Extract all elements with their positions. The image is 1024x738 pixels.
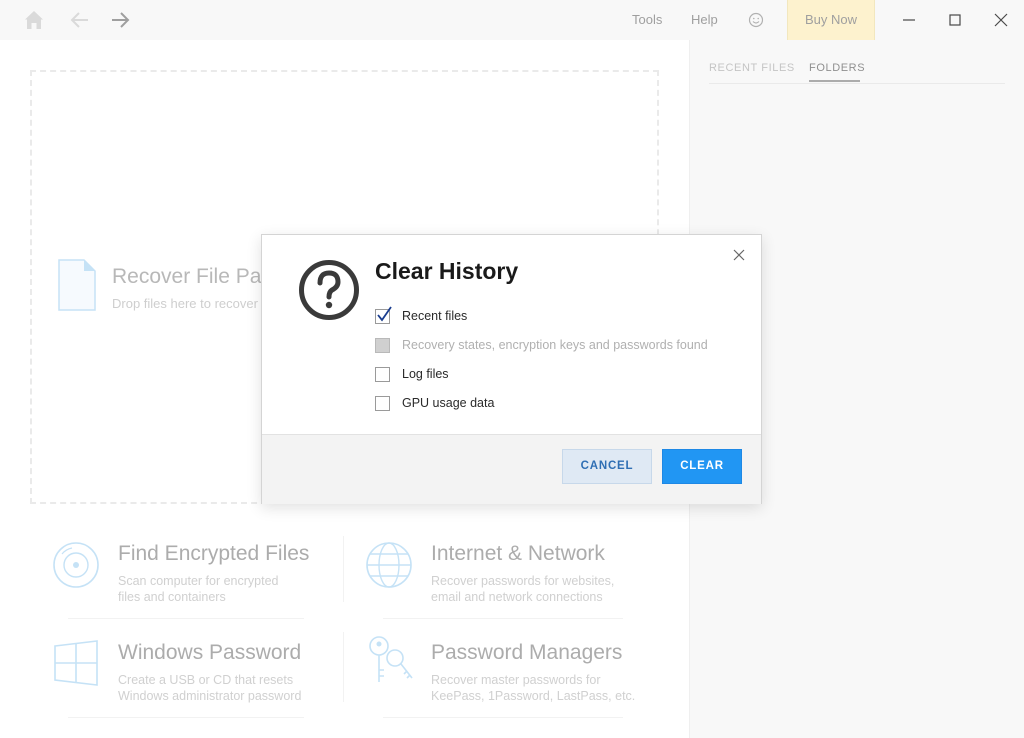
option-label: Recent files [402, 309, 468, 323]
clear-button[interactable]: CLEAR [662, 449, 742, 484]
gpu-usage-checkbox[interactable] [375, 395, 390, 411]
recovery-states-checkbox [375, 337, 390, 353]
log-files-checkbox[interactable] [375, 366, 390, 382]
option-recovery-states: Recovery states, encryption keys and pas… [375, 336, 708, 354]
cancel-button[interactable]: CANCEL [562, 449, 652, 484]
option-label: Recovery states, encryption keys and pas… [402, 338, 708, 352]
option-recent-files[interactable]: Recent files [375, 305, 468, 325]
option-label: GPU usage data [402, 396, 495, 410]
clear-history-dialog: Clear History Recent files Recovery stat… [261, 234, 762, 504]
checkmark-icon [377, 305, 392, 322]
close-icon[interactable] [732, 248, 746, 262]
question-mark-icon [299, 260, 359, 320]
recent-files-checkbox[interactable] [375, 305, 392, 324]
option-log-files[interactable]: Log files [375, 365, 449, 383]
dialog-footer: CANCEL CLEAR [262, 434, 761, 504]
option-gpu-usage[interactable]: GPU usage data [375, 394, 494, 412]
option-label: Log files [402, 367, 449, 381]
dialog-title: Clear History [375, 258, 519, 284]
